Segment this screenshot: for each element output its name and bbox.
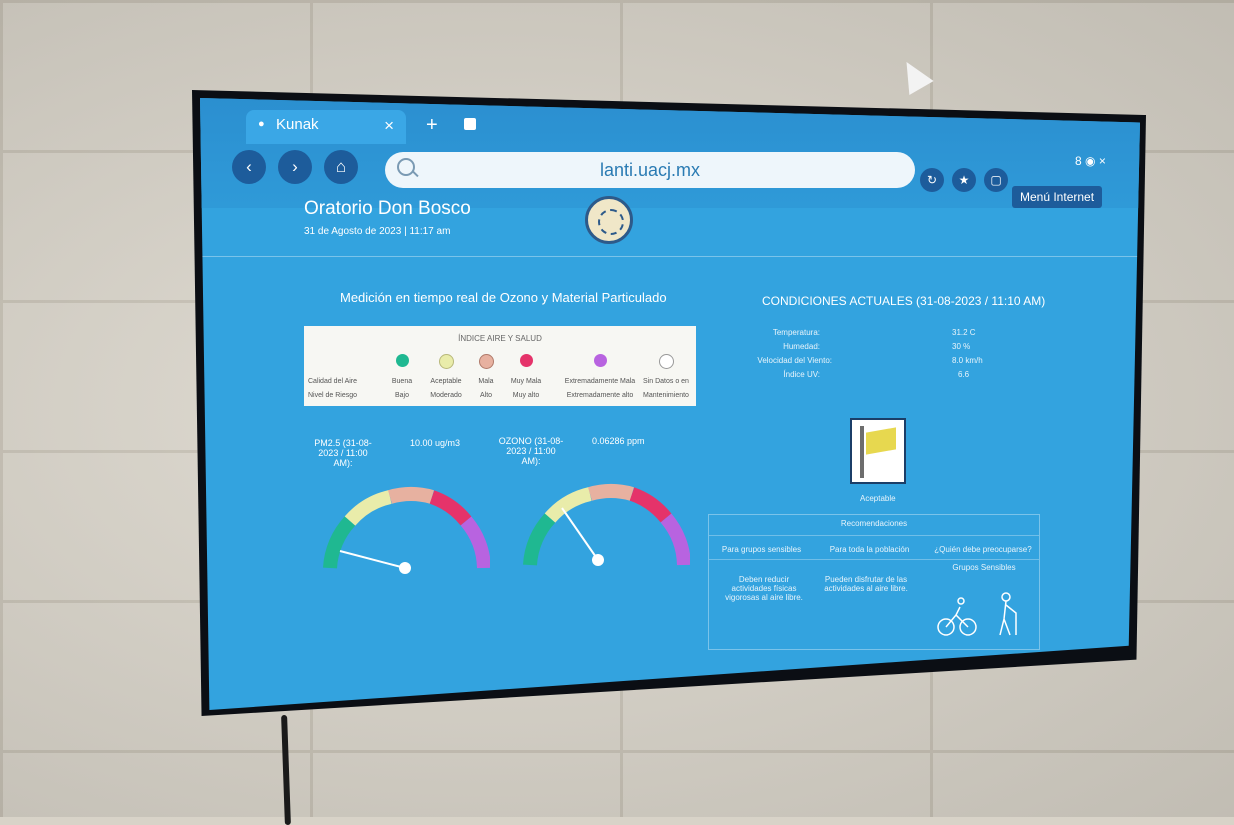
- cond-value: 30 %: [952, 342, 971, 351]
- ozone-value: 0.06286 ppm: [592, 436, 645, 446]
- legend-risk: Extremadamente alto: [566, 392, 634, 399]
- tab-favicon-icon: ●: [258, 118, 265, 130]
- ozone-gauge: [523, 484, 690, 566]
- recommendations-table: Recomendaciones Para grupos sensibles Pa…: [708, 514, 1040, 650]
- legend-quality: Sin Datos o en: [643, 378, 689, 385]
- conditions-title: CONDICIONES ACTUALES (31-08-2023 / 11:10…: [762, 294, 1046, 308]
- tab-title: Kunak: [276, 116, 319, 133]
- legend-quality: Extremadamente Mala: [564, 378, 636, 385]
- site-datetime: 31 de Agosto de 2023 | 11:17 am: [304, 226, 451, 237]
- rec-col-head: Para grupos sensibles: [721, 545, 802, 554]
- window-controls[interactable]: 8 ◉ ×: [1075, 154, 1106, 168]
- legend-risk: Mantenimiento: [643, 392, 689, 399]
- refresh-button[interactable]: ↻: [920, 168, 944, 192]
- rec-groups: Grupos Sensibles: [952, 563, 1016, 572]
- cond-label: Temperatura:: [772, 328, 820, 337]
- legend-quality-label: Calidad del Aire: [308, 378, 358, 385]
- address-bar[interactable]: lanti.uacj.mx: [385, 152, 915, 188]
- uacj-seal-logo: [585, 196, 633, 244]
- flag-icon: [850, 418, 906, 484]
- legend-header: ÍNDICE AIRE Y SALUD: [458, 334, 542, 343]
- pm25-gauge: [323, 487, 490, 574]
- legend-risk: Muy alto: [512, 392, 540, 399]
- legend-dot-good: [395, 354, 409, 367]
- forward-button[interactable]: ›: [278, 150, 312, 184]
- divider: [200, 256, 1140, 257]
- home-button[interactable]: ⌂: [324, 150, 358, 184]
- legend-dot-very-bad: [519, 354, 533, 367]
- legend-risk-label: Nivel de Riesgo: [308, 392, 358, 399]
- legend-dot-extreme: [593, 354, 607, 367]
- tab-close-icon[interactable]: ×: [384, 116, 394, 136]
- rec-col-head: Para toda la población: [829, 545, 910, 554]
- cyclist-and-elderly-icon: [937, 592, 1017, 636]
- cond-value: 8.0 km/h: [952, 356, 983, 365]
- pm25-label: PM2.5 (31-08-2023 / 11:00 AM):: [314, 438, 372, 468]
- rec-text: Deben reducir actividades físicas vigoro…: [725, 575, 803, 602]
- new-tab-button[interactable]: +: [426, 114, 438, 137]
- site-title: Oratorio Don Bosco: [304, 198, 471, 219]
- air-quality-legend: ÍNDICE AIRE Y SALUD Calidad del Aire Niv…: [304, 326, 696, 406]
- reader-button[interactable]: ▢: [984, 168, 1008, 192]
- incognito-icon[interactable]: [464, 118, 476, 130]
- legend-dot-bad: [478, 354, 494, 369]
- cond-value: 6.6: [958, 370, 970, 379]
- menu-internet-tooltip: Menú Internet: [1012, 186, 1103, 208]
- status-label: Aceptable: [860, 494, 896, 503]
- browser-tab[interactable]: ● Kunak ×: [246, 110, 406, 144]
- tv-screen: ● Kunak × + ‹ › ⌂ lanti.uacj.mx ↻ ★ ▢ 8 …: [200, 98, 1140, 710]
- cond-value: 31.2 C: [952, 328, 976, 337]
- favorite-star-button[interactable]: ★: [952, 168, 976, 192]
- pm25-value: 10.00 ug/m3: [410, 438, 461, 448]
- back-button[interactable]: ‹: [232, 150, 266, 184]
- legend-quality: Muy Mala: [510, 378, 542, 385]
- cond-label: Índice UV:: [783, 370, 820, 379]
- rec-header: Recomendaciones: [840, 519, 908, 528]
- measurement-title: Medición en tiempo real de Ozono y Mater…: [340, 290, 667, 305]
- rec-text: Pueden disfrutar de las actividades al a…: [824, 575, 908, 593]
- url-text: lanti.uacj.mx: [599, 160, 701, 180]
- legend-dot-nodata: [658, 354, 674, 369]
- ozone-label: OZONO (31-08-2023 / 11:00 AM):: [498, 436, 564, 466]
- cond-label: Humedad:: [783, 342, 820, 351]
- legend-dot-acceptable: [438, 354, 454, 369]
- cond-label: Velocidad del Viento:: [757, 356, 832, 365]
- rec-col-head: ¿Quién debe preocuparse?: [934, 545, 1032, 554]
